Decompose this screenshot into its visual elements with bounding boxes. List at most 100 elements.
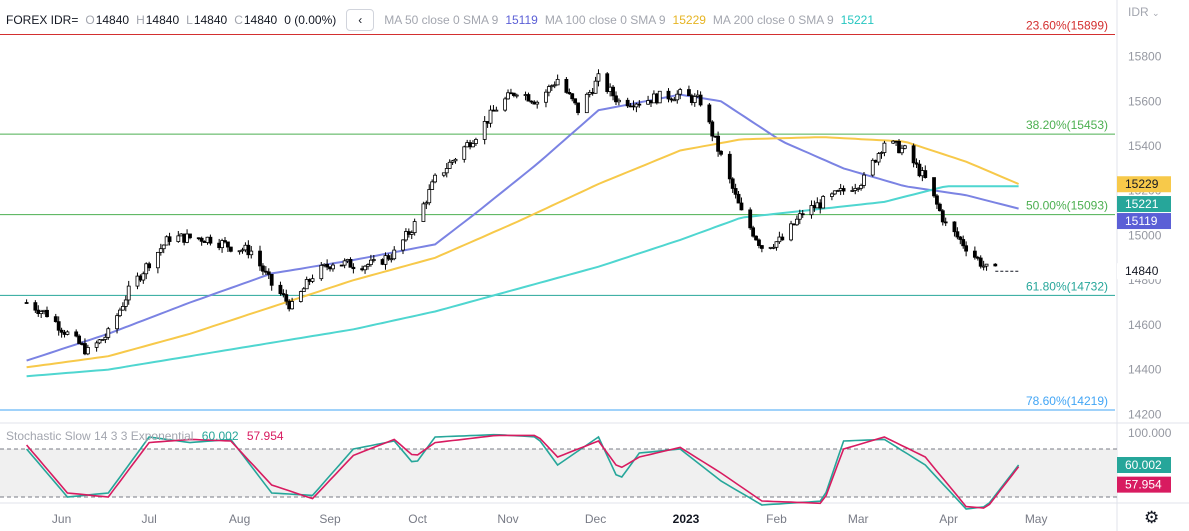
candle-body (882, 142, 887, 153)
candle-body (596, 73, 601, 82)
time-axis-label: Jun (52, 512, 71, 526)
candle-body (482, 121, 487, 140)
price-tag-label: 15119 (1125, 214, 1158, 228)
candle (774, 241, 779, 251)
candle-body (188, 233, 192, 239)
price-axis-label: 15400 (1128, 139, 1162, 153)
candle-body (716, 135, 721, 152)
candle-body (488, 109, 493, 124)
candle-body (859, 184, 863, 189)
candle (453, 157, 458, 164)
candle-body (167, 236, 172, 242)
collapse-legend-button[interactable]: ‹ (346, 9, 375, 31)
gear-icon: ⚙ (1144, 508, 1160, 527)
candle (392, 246, 397, 261)
chevron-left-icon: ‹ (358, 13, 363, 27)
price-tag-label: 15229 (1125, 177, 1159, 191)
candle (462, 145, 467, 163)
candle-body (937, 203, 942, 212)
price-axis-label: 15800 (1128, 50, 1162, 64)
settings-button[interactable]: ⚙ (1144, 508, 1159, 528)
fib-level-label: 61.80%(14732) (1026, 279, 1108, 293)
fib-level-label: 50.00%(15093) (1026, 199, 1108, 213)
candle-body (462, 146, 467, 160)
price-axis-label: 15600 (1128, 94, 1162, 108)
stoch-axis-label: 100.000 (1128, 426, 1172, 440)
candle (576, 102, 580, 116)
candle-body (841, 188, 846, 192)
candle-body (258, 250, 262, 267)
price-axis-label: 14400 (1128, 363, 1162, 377)
candle-body (754, 235, 758, 241)
stochastic-label[interactable]: Stochastic Slow 14 3 3 Exponential (6, 429, 193, 443)
candle-body (964, 245, 969, 252)
candle-body (77, 335, 82, 344)
candle (937, 202, 942, 212)
candle-body (33, 302, 38, 311)
candle-body (780, 236, 785, 241)
candle-body (678, 89, 683, 95)
candle (932, 177, 936, 198)
candle-body (65, 331, 70, 335)
candle-body (447, 161, 452, 169)
candle-body (675, 93, 680, 101)
candle (404, 228, 408, 242)
low-value: 14840 (193, 13, 228, 27)
high-value: 14840 (145, 13, 180, 27)
candle (401, 239, 405, 255)
candle-body (710, 121, 715, 137)
candle (441, 172, 446, 178)
candle (45, 306, 49, 318)
candle (993, 263, 998, 267)
candle-body (503, 98, 508, 111)
candle-body (940, 210, 945, 223)
candle-body (698, 94, 703, 106)
candle (902, 144, 907, 150)
candle (506, 89, 510, 100)
candle-body (298, 291, 303, 302)
close-label: C (234, 13, 243, 27)
candle-body (155, 251, 160, 269)
candle-body (371, 259, 376, 261)
candle (310, 274, 315, 284)
price-axis-label: 15000 (1128, 228, 1162, 242)
candle (657, 90, 662, 104)
candle (488, 105, 493, 128)
candle-body (733, 188, 738, 195)
time-axis-label: Aug (229, 512, 250, 526)
time-axis-label: Mar (848, 512, 869, 526)
ma50-label[interactable]: MA 50 close 0 SMA 9 (384, 13, 498, 27)
price-chart[interactable]: 1420014400146001480015000152001540015600… (0, 0, 1189, 531)
candle-body (290, 301, 295, 310)
candle-body (226, 241, 230, 248)
ma100-value: 15229 (672, 13, 706, 27)
candle-body (993, 263, 998, 267)
ma200-label[interactable]: MA 200 close 0 SMA 9 (713, 13, 834, 27)
time-axis-label: Oct (408, 512, 427, 526)
candle-body (692, 96, 697, 103)
candle-body (106, 328, 111, 338)
open-label: O (85, 13, 95, 27)
stoch-d-tag-label: 57.954 (1125, 478, 1162, 492)
oscillator-legend: Stochastic Slow 14 3 3 Exponential 60.00… (6, 429, 284, 443)
chevron-down-icon: ⌄ (1152, 8, 1160, 18)
candle (176, 231, 181, 243)
symbol-label[interactable]: FOREX IDR= (6, 13, 78, 27)
time-axis-label: May (1025, 512, 1048, 526)
close-value: 14840 (243, 13, 278, 27)
currency-selector[interactable]: IDR ⌄ (1128, 5, 1160, 19)
candle-body (115, 315, 119, 330)
candle-body (943, 221, 948, 224)
candle (135, 272, 140, 290)
ma100-label[interactable]: MA 100 close 0 SMA 9 (545, 13, 666, 27)
candle-body (208, 236, 213, 244)
candle (494, 106, 499, 112)
candle-body (637, 103, 642, 106)
candle (707, 103, 712, 125)
candle (759, 244, 764, 253)
candle (748, 207, 753, 230)
candle (348, 257, 353, 268)
candle-body (911, 145, 916, 164)
candle-body (158, 248, 163, 253)
time-axis-label: Apr (939, 512, 958, 526)
